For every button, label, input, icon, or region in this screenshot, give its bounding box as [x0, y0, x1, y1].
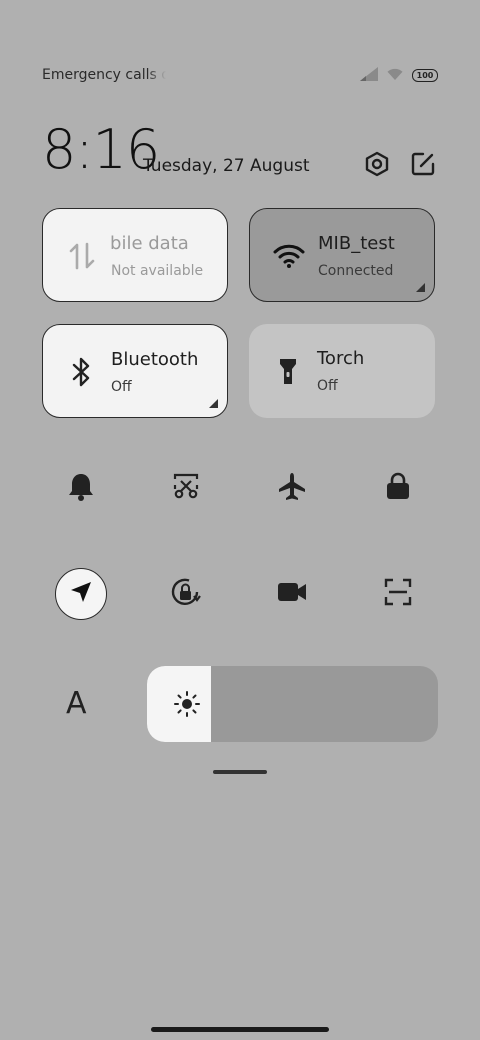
expand-corner-icon[interactable]: [416, 283, 425, 292]
edit-icon[interactable]: [409, 150, 437, 178]
screenshot-icon: [172, 472, 200, 504]
signal-icon: [360, 66, 378, 85]
home-indicator[interactable]: [151, 1027, 329, 1032]
data-arrows-icon: [65, 239, 99, 273]
mobile-data-title-clip: obile data: [111, 233, 221, 254]
lock-toggle[interactable]: [372, 462, 424, 514]
battery-level: 100: [416, 71, 434, 80]
tile-torch-subtitle: Off: [317, 378, 338, 394]
wifi-icon: [272, 239, 306, 273]
silent-toggle[interactable]: [55, 462, 107, 514]
tile-mobile-data-subtitle: Not available: [111, 263, 204, 279]
carrier-text: Emergency calls o: [42, 67, 166, 83]
scanner-icon: [384, 578, 412, 610]
tile-bluetooth-title: Bluetooth: [111, 349, 199, 370]
date: Tuesday, 27 August: [143, 156, 310, 176]
location-toggle[interactable]: [55, 568, 107, 620]
screenshot-toggle[interactable]: [160, 462, 212, 514]
rotation-lock-toggle[interactable]: [160, 568, 212, 620]
font-size-button[interactable]: A: [66, 686, 87, 721]
tile-wifi-title: MIB_test: [318, 233, 395, 254]
tile-torch-title: Torch: [317, 348, 365, 369]
clock: 8:16: [42, 118, 160, 181]
battery-icon: 100: [412, 69, 438, 82]
screen-record-toggle[interactable]: [266, 568, 318, 620]
settings-icon[interactable]: [363, 150, 391, 178]
torch-icon: [271, 354, 305, 388]
airplane-toggle[interactable]: [266, 462, 318, 514]
status-bar: Emergency calls o 100: [0, 0, 480, 110]
brightness-slider[interactable]: [147, 666, 438, 742]
wifi-icon: [386, 66, 404, 85]
bell-icon: [67, 471, 95, 505]
tile-mobile-data[interactable]: obile data Not available: [42, 208, 228, 302]
lock-icon: [385, 471, 411, 505]
location-icon: [69, 580, 93, 608]
panel-drag-handle[interactable]: [213, 770, 267, 774]
tile-mobile-data-title: obile data: [111, 233, 189, 254]
status-icons: 100: [360, 66, 438, 85]
scanner-toggle[interactable]: [372, 568, 424, 620]
expand-corner-icon[interactable]: [209, 399, 218, 408]
rotation-lock-icon: [169, 575, 203, 613]
tile-wifi[interactable]: MIB_test Connected: [249, 208, 435, 302]
tile-bluetooth[interactable]: Bluetooth Off: [42, 324, 228, 418]
bluetooth-icon: [65, 355, 99, 389]
brightness-fill: [147, 666, 212, 742]
airplane-icon: [277, 471, 307, 505]
tile-wifi-subtitle: Connected: [318, 263, 394, 279]
tile-bluetooth-subtitle: Off: [111, 379, 132, 395]
brightness-icon: [174, 691, 200, 717]
video-camera-icon: [277, 581, 307, 607]
tile-torch[interactable]: Torch Off: [249, 324, 435, 418]
